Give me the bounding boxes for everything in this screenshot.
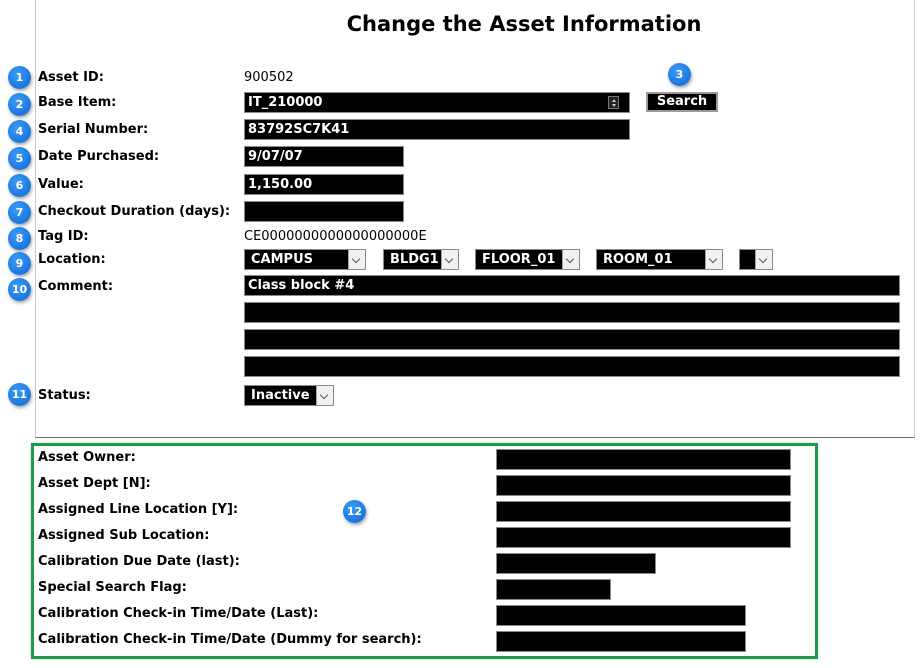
- tag-id-label: Tag ID:: [38, 229, 89, 244]
- calibration-checkin-last-field[interactable]: [496, 605, 746, 626]
- location-campus-select[interactable]: CAMPUS: [244, 249, 366, 270]
- special-search-flag-label: Special Search Flag:: [38, 580, 187, 595]
- callout-badge-2: 2: [8, 93, 31, 116]
- search-button[interactable]: Search: [646, 92, 718, 112]
- status-select[interactable]: Inactive: [244, 385, 334, 406]
- callout-badge-8: 8: [8, 227, 31, 250]
- checkout-duration-label: Checkout Duration (days):: [38, 204, 231, 219]
- calibration-checkin-dummy-field[interactable]: [496, 631, 746, 652]
- date-purchased-label: Date Purchased:: [38, 149, 160, 164]
- base-item-field[interactable]: IT_210000: [244, 92, 630, 113]
- comment-line-1[interactable]: Class block #4: [244, 275, 900, 296]
- chevron-down-icon: [441, 250, 458, 269]
- value-field[interactable]: 1,150.00: [244, 174, 404, 195]
- date-purchased-field[interactable]: 9/07/07: [244, 146, 404, 167]
- location-building-value: BLDG1: [390, 252, 439, 267]
- comment-line-4[interactable]: [244, 356, 900, 377]
- serial-number-field[interactable]: 83792SC7K41: [244, 119, 630, 140]
- assigned-sub-location-field[interactable]: [496, 527, 791, 548]
- comment-line-3[interactable]: [244, 329, 900, 350]
- chevron-down-icon: [755, 250, 772, 269]
- location-room-value: ROOM_01: [603, 252, 673, 267]
- callout-badge-10: 10: [8, 278, 31, 301]
- chevron-down-icon: [348, 250, 365, 269]
- callout-badge-4: 4: [8, 120, 31, 143]
- page-title: Change the Asset Information: [346, 12, 702, 36]
- location-floor-select[interactable]: FLOOR_01: [475, 249, 580, 270]
- comment-line-2[interactable]: [244, 302, 900, 323]
- value-label: Value:: [38, 177, 84, 192]
- calibration-due-date-field[interactable]: [496, 553, 656, 574]
- asset-owner-field[interactable]: [496, 449, 791, 470]
- callout-badge-7: 7: [8, 201, 31, 224]
- status-value: Inactive: [251, 388, 310, 403]
- location-building-select[interactable]: BLDG1: [383, 249, 459, 270]
- status-label: Status:: [38, 388, 91, 403]
- callout-badge-3: 3: [668, 63, 691, 86]
- callout-badge-9: 9: [8, 252, 31, 275]
- location-floor-value: FLOOR_01: [482, 252, 556, 267]
- checkout-duration-field[interactable]: [244, 201, 404, 222]
- calibration-checkin-last-label: Calibration Check-in Time/Date (Last):: [38, 606, 319, 621]
- callout-badge-1: 1: [8, 66, 31, 89]
- calibration-checkin-dummy-label: Calibration Check-in Time/Date (Dummy fo…: [38, 632, 422, 647]
- calibration-due-date-label: Calibration Due Date (last):: [38, 554, 240, 569]
- location-label: Location:: [38, 252, 106, 267]
- callout-badge-5: 5: [8, 147, 31, 170]
- asset-id-label: Asset ID:: [38, 70, 104, 85]
- chevron-down-icon: [316, 386, 333, 405]
- assigned-sub-location-label: Assigned Sub Location:: [38, 528, 210, 543]
- chevron-down-icon: [705, 250, 722, 269]
- asset-dept-field[interactable]: [496, 475, 791, 496]
- base-item-value: IT_210000: [248, 95, 323, 110]
- location-room-select[interactable]: ROOM_01: [596, 249, 723, 270]
- chevron-down-icon: [562, 250, 579, 269]
- tag-id-value: CE0000000000000000000E: [244, 229, 427, 244]
- location-sub-select[interactable]: [739, 249, 773, 270]
- callout-badge-6: 6: [8, 174, 31, 197]
- location-campus-value: CAMPUS: [251, 252, 313, 267]
- asset-owner-label: Asset Owner:: [38, 450, 136, 465]
- serial-number-label: Serial Number:: [38, 122, 149, 137]
- assigned-line-location-label: Assigned Line Location [Y]:: [38, 502, 239, 517]
- spinner-icon[interactable]: [608, 96, 619, 109]
- callout-badge-11: 11: [8, 383, 31, 406]
- special-search-flag-field[interactable]: [496, 579, 611, 600]
- assigned-line-location-field[interactable]: [496, 501, 791, 522]
- base-item-label: Base Item:: [38, 95, 117, 110]
- comment-label: Comment:: [38, 279, 114, 294]
- asset-dept-label: Asset Dept [N]:: [38, 476, 151, 491]
- asset-id-value: 900502: [244, 70, 294, 85]
